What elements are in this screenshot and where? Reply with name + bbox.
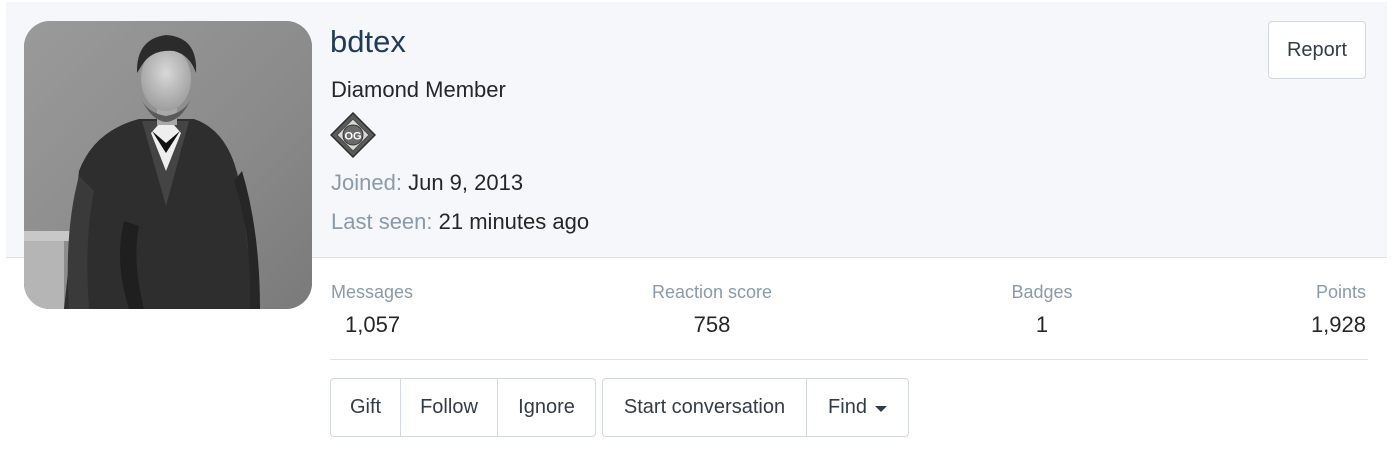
stat-label: Reaction score	[651, 282, 773, 302]
stat-reaction-score[interactable]: Reaction score 758	[612, 280, 812, 339]
report-button[interactable]: Report	[1268, 21, 1366, 79]
avatar-portrait-image	[24, 21, 312, 309]
stat-badges[interactable]: Badges 1	[942, 280, 1142, 339]
joined-info: Joined: Jun 9, 2013	[331, 169, 523, 197]
conversation-action-group: Start conversation Find	[602, 378, 909, 437]
stat-label: Badges	[1011, 282, 1073, 302]
stat-value[interactable]: 1	[942, 311, 1142, 339]
badge-text: OG	[344, 131, 361, 143]
stat-messages[interactable]: Messages 1,057	[331, 280, 531, 339]
avatar[interactable]	[24, 21, 312, 309]
user-title: Diamond Member	[331, 77, 506, 102]
stat-label: Messages	[331, 282, 414, 302]
caret-down-icon	[874, 405, 887, 412]
stat-value[interactable]: 758	[612, 311, 812, 339]
last-seen-value: 21 minutes ago	[438, 209, 590, 234]
stat-value[interactable]: 1,928	[1166, 311, 1366, 339]
username[interactable]: bdtex	[330, 22, 406, 62]
last-seen-info: Last seen: 21 minutes ago	[331, 208, 589, 236]
ignore-button[interactable]: Ignore	[498, 379, 595, 436]
joined-value: Jun 9, 2013	[408, 170, 524, 195]
joined-label: Joined:	[331, 170, 402, 195]
stats-divider	[330, 359, 1368, 360]
og-diamond-badge-icon: OG	[329, 111, 377, 159]
member-profile-header: bdtex Diamond Member OG Joined: Jun 9, 2…	[0, 0, 1393, 449]
follow-button[interactable]: Follow	[401, 379, 498, 436]
stat-points[interactable]: Points 1,928	[1166, 280, 1366, 339]
member-action-group: Gift Follow Ignore	[330, 378, 596, 437]
gift-button[interactable]: Gift	[331, 379, 401, 436]
start-conversation-button[interactable]: Start conversation	[603, 379, 807, 436]
find-dropdown-button[interactable]: Find	[807, 379, 908, 436]
find-label: Find	[828, 396, 867, 418]
stat-value[interactable]: 1,057	[331, 311, 531, 339]
last-seen-label: Last seen:	[331, 209, 433, 234]
stat-label: Points	[1315, 282, 1366, 302]
